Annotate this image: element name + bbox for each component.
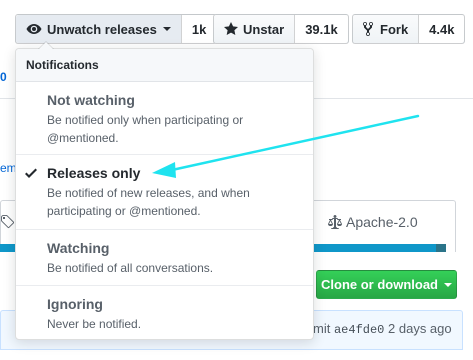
star-icon — [224, 21, 238, 37]
fork-label: Fork — [380, 21, 409, 37]
clone-or-download-button[interactable]: Clone or download — [316, 270, 457, 299]
law-icon — [328, 214, 342, 230]
license-link[interactable]: Apache-2.0 — [328, 214, 418, 230]
repo-forked-icon — [363, 21, 375, 37]
commit-time: 2 days ago — [388, 321, 452, 336]
option-releases-only[interactable]: Releases only Be notified of new release… — [16, 155, 313, 230]
option-title: Ignoring — [47, 296, 103, 312]
check-icon — [25, 165, 37, 181]
option-watching[interactable]: Watching Be notified of all conversation… — [16, 230, 313, 286]
stars-count[interactable]: 39.1k — [294, 15, 348, 43]
unwatch-label: Unwatch releases — [47, 21, 157, 37]
unstar-button[interactable]: Unstar — [214, 15, 294, 43]
commit-sha-link[interactable]: ae4fde0 — [334, 323, 384, 337]
latest-commit-info: mit ae4fde0 2 days ago — [313, 321, 452, 337]
option-description: Be notified only when participating or @… — [47, 113, 244, 145]
option-not-watching[interactable]: Not watching Be notified only when parti… — [16, 82, 313, 155]
star-button-group: Unstar 39.1k — [213, 14, 349, 44]
option-description: Never be notified. — [47, 317, 142, 331]
fork-button[interactable]: Fork — [353, 15, 418, 43]
option-title: Watching — [47, 240, 110, 256]
chevron-down-icon — [444, 282, 452, 287]
tag-icon — [0, 214, 15, 233]
language-segment-secondary[interactable] — [436, 244, 446, 252]
license-label: Apache-2.0 — [346, 214, 418, 230]
option-ignoring[interactable]: Ignoring Never be notified. — [16, 286, 313, 339]
partial-counter: 0 — [0, 70, 7, 84]
notifications-dropdown: Notifications Not watching Be notified o… — [15, 41, 314, 340]
option-description: Be notified of all conversations. — [47, 261, 214, 275]
clone-label: Clone or download — [321, 277, 438, 292]
unwatch-button[interactable]: Unwatch releases — [16, 15, 181, 43]
option-title: Releases only — [47, 165, 141, 181]
watchers-count[interactable]: 1k — [180, 15, 217, 43]
unstar-label: Unstar — [243, 21, 285, 37]
fork-button-group: Fork 4.4k — [352, 14, 466, 44]
eye-icon — [26, 21, 42, 37]
watch-button-group: Unwatch releases 1k — [15, 14, 218, 44]
option-description: Be notified of new releases, and when pa… — [47, 186, 250, 218]
dropdown-header: Notifications — [16, 49, 313, 82]
option-title: Not watching — [47, 92, 135, 108]
chevron-down-icon — [162, 27, 171, 31]
forks-count[interactable]: 4.4k — [418, 15, 465, 43]
commit-prefix: mit — [313, 321, 331, 336]
